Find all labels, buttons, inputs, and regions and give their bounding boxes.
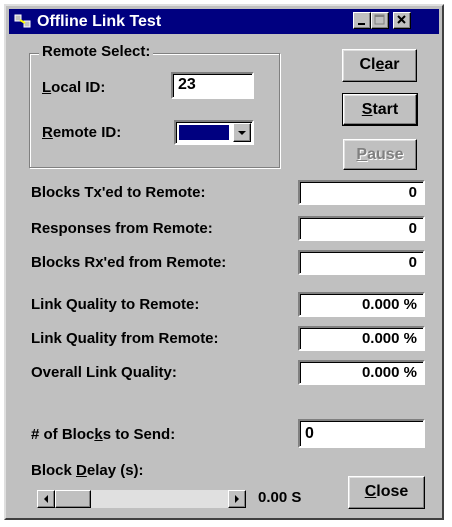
title-bar[interactable]: Offline Link Test (9, 9, 439, 34)
blocks-to-send-label: # of Blocks to Send: (31, 426, 176, 443)
remote-select-group (29, 53, 280, 168)
blocks-tx-label: Blocks Tx'ed to Remote: (31, 184, 206, 201)
blocks-rx-field: 0 (298, 250, 425, 275)
maximize-button[interactable] (371, 12, 389, 29)
minimize-button[interactable] (353, 12, 371, 29)
pause-button[interactable]: Pause (343, 139, 417, 170)
clear-button[interactable]: Clear (342, 49, 417, 82)
maximize-icon (374, 14, 385, 25)
overall-quality-field: 0.000 % (298, 360, 425, 385)
blocks-tx-field: 0 (298, 180, 425, 205)
slider-thumb[interactable] (55, 490, 91, 508)
quality-to-field: 0.000 % (298, 292, 425, 317)
close-icon (397, 15, 406, 24)
offline-link-test-window: Offline Link Test Remote Select: Local I… (4, 4, 444, 520)
scroll-right-button[interactable] (228, 490, 246, 508)
link-test-app-icon (14, 14, 31, 28)
remote-id-dropdown[interactable] (174, 120, 254, 145)
remote-id-value (179, 125, 229, 140)
responses-label: Responses from Remote: (31, 220, 213, 237)
quality-to-label: Link Quality to Remote: (31, 296, 200, 313)
quality-from-label: Link Quality from Remote: (31, 330, 219, 347)
arrow-right-icon (235, 495, 239, 503)
quality-from-field: 0.000 % (298, 326, 425, 351)
arrow-left-icon (44, 495, 48, 503)
responses-field: 0 (298, 216, 425, 241)
start-button[interactable]: Start (342, 93, 418, 126)
remote-id-label: Remote ID: (42, 124, 122, 141)
window-title: Offline Link Test (37, 13, 162, 30)
chevron-down-icon (238, 131, 246, 135)
close-button[interactable]: Close (348, 476, 425, 509)
block-delay-value: 0.00 S (258, 489, 302, 506)
local-id-field[interactable]: 23 (171, 72, 254, 99)
minimize-icon (358, 23, 365, 25)
block-delay-label: Block Delay (s): (31, 462, 144, 479)
scroll-left-button[interactable] (37, 490, 55, 508)
remote-select-label: Remote Select: (39, 43, 154, 61)
close-window-button[interactable] (393, 12, 411, 29)
overall-quality-label: Overall Link Quality: (31, 364, 177, 381)
blocks-rx-label: Blocks Rx'ed from Remote: (31, 254, 227, 271)
blocks-to-send-field[interactable]: 0 (298, 419, 425, 448)
local-id-label: Local ID: (42, 79, 106, 96)
remote-id-dropdown-button[interactable] (233, 123, 251, 142)
block-delay-slider[interactable] (36, 489, 247, 509)
